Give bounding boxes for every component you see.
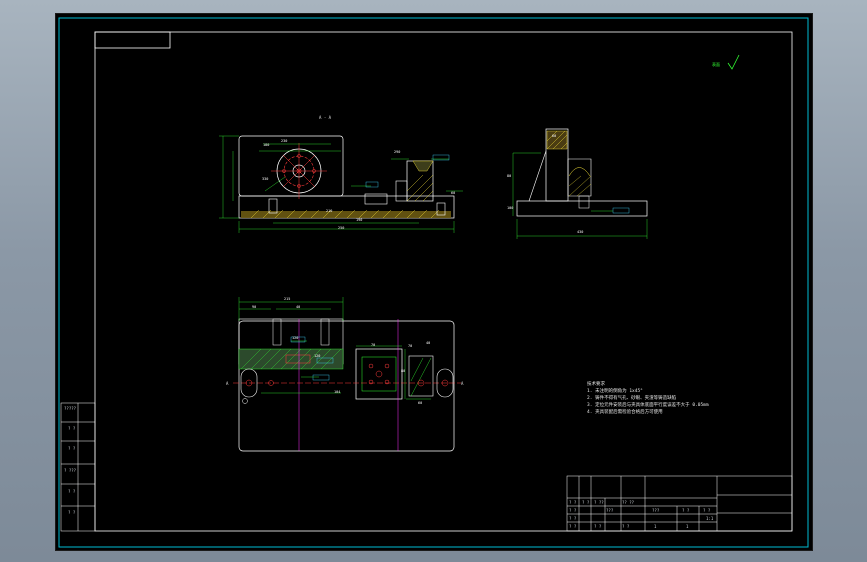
dim-text: 120 <box>314 354 321 358</box>
dim-text: 250 <box>338 226 345 230</box>
title-block-cell: ? ? <box>594 524 602 529</box>
side-bar-label: ? ? <box>68 489 76 494</box>
title-block-cell: ??? <box>606 508 614 513</box>
corner-box <box>94 31 171 49</box>
notes-line: 4. 夹具装配后需检验合格后方可使用 <box>587 410 663 415</box>
dim-text: 180 <box>263 143 270 147</box>
dim-text: 190 <box>356 218 363 222</box>
dim-text: 40 <box>296 305 301 309</box>
side-bar <box>60 402 96 532</box>
side-view <box>512 128 648 239</box>
plan-view <box>233 297 461 452</box>
title-block-cell: ? ? <box>569 508 577 513</box>
dim-text: 210 <box>326 209 333 213</box>
notes-title: 技术要求 <box>587 382 605 387</box>
top-view <box>219 135 463 233</box>
outer-frame <box>58 17 809 548</box>
side-bar-label: ????? <box>64 406 77 411</box>
dim-text: 330 <box>262 177 269 181</box>
notes-line: 3. 定位元件安装后与夹具体底面平行度误差不大于 0.05mm <box>587 403 709 408</box>
notes-line: 1. 未注明的倒角为 1x45° <box>587 389 643 394</box>
dim-text: 215 <box>284 297 291 301</box>
side-bar-label: ? ? <box>68 510 76 515</box>
title-block-cell: ?? ?? <box>622 500 635 505</box>
check-icon <box>727 54 740 70</box>
title-block-cell: ? ? <box>703 508 711 513</box>
dim-text: 430 <box>577 230 584 234</box>
dim-text: 40 <box>426 341 431 345</box>
arrow-label-right: A <box>461 381 464 386</box>
arrow-label-left: A <box>226 381 229 386</box>
technical-notes: 技术要求 1. 未注明的倒角为 1x45° 2. 铸件不得有气孔、砂眼、夹渣等铸… <box>587 381 709 416</box>
title-block-cell: ? ?? <box>594 500 604 505</box>
dim-text: 80 <box>507 174 512 178</box>
title-block-cell: ? ? <box>622 524 630 529</box>
title-block-cell: ??? <box>652 508 660 513</box>
side-bar-label: ? ? <box>68 446 76 451</box>
signature-label: 表面 <box>712 62 720 67</box>
cad-viewport[interactable]: 表面 A - A A A 330 180 250 230 210 290 190… <box>55 13 813 551</box>
dim-text: 60 <box>451 191 456 195</box>
dim-text: 120 <box>292 336 299 340</box>
title-block-cell: ? ? <box>569 500 577 505</box>
dim-text: 100 <box>507 206 514 210</box>
title-block-cell: ? ? <box>682 508 690 513</box>
title-block-cell: 1:1 <box>706 516 714 521</box>
dim-text: 60 <box>418 401 423 405</box>
section-label: A - A <box>319 115 332 120</box>
dim-text: 90 <box>252 305 257 309</box>
inner-frame <box>94 31 793 532</box>
dim-text: 230 <box>281 139 288 143</box>
title-block-cell: 1 <box>654 524 657 529</box>
title-block-cell: ? ? <box>569 524 577 529</box>
side-bar-label: ? ??? <box>64 468 77 473</box>
title-block-cell: ? ? <box>582 500 590 505</box>
dim-text: 80 <box>401 369 406 373</box>
title-block-cell: 1 <box>686 524 689 529</box>
dim-text: 104 <box>334 390 341 394</box>
dim-text: 60 <box>552 134 557 138</box>
notes-line: 2. 铸件不得有气孔、砂眼、夹渣等铸造缺陷 <box>587 396 677 401</box>
dim-text: 290 <box>394 150 401 154</box>
title-block-cell: ? ? <box>569 516 577 521</box>
dim-text: 70 <box>371 343 376 347</box>
dim-text: 70 <box>408 344 413 348</box>
drawing-canvas <box>58 17 809 548</box>
side-bar-label: ? ? <box>68 426 76 431</box>
